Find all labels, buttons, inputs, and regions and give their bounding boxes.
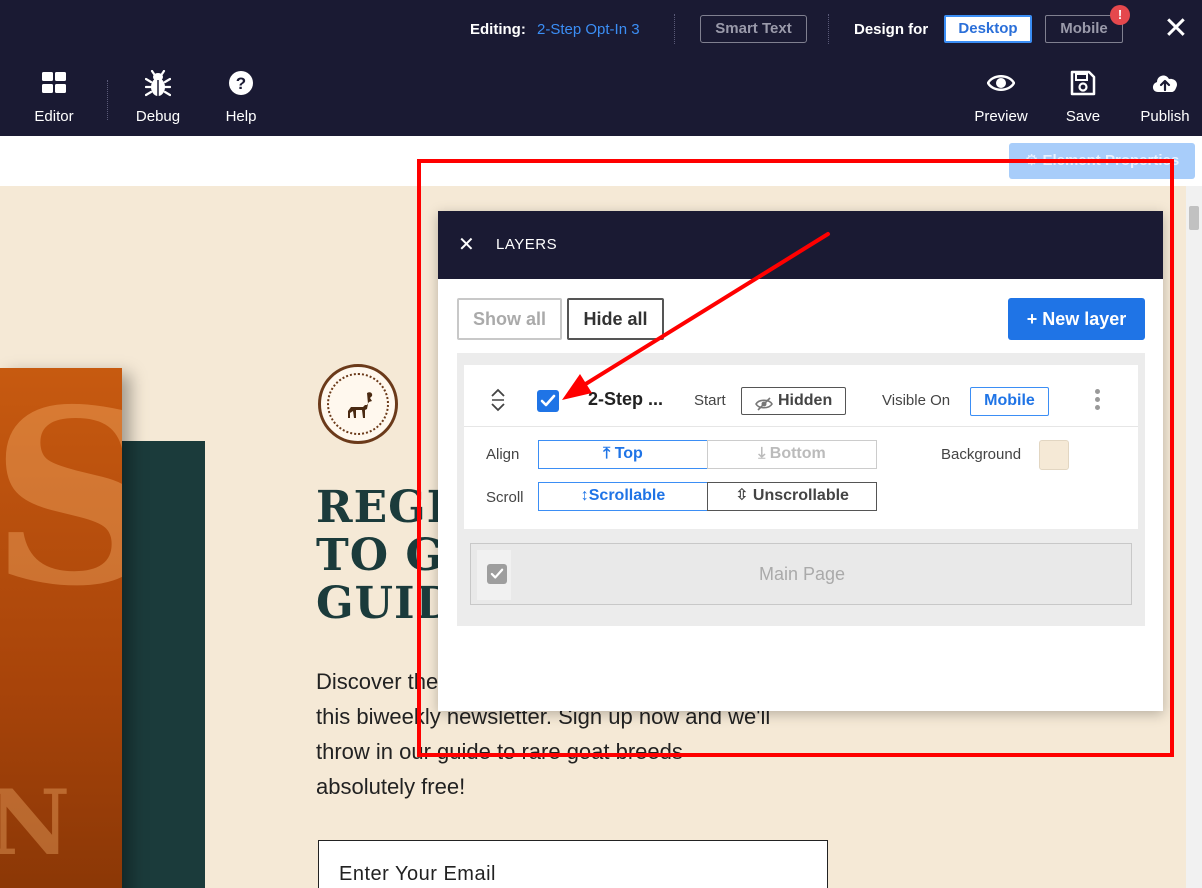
scrollbar-thumb[interactable] [1189,206,1199,230]
align-top-button[interactable]: ⤒ Top [538,440,708,469]
debug-tool-button[interactable]: Debug [128,70,188,125]
design-for-label: Design for [854,21,929,38]
book-cover-image: S N [0,368,122,888]
editing-label: Editing: [470,21,526,38]
topbar-row-primary: Editing: 2-Step Opt-In 3 Smart Text Desi… [0,0,1202,60]
align-label: Align [486,446,520,463]
bug-icon [128,70,188,100]
layers-list: 2-Step ... Start Hidden Visible On Mobil… [457,353,1145,626]
scrollable-button[interactable]: ↕Scrollable [538,482,708,511]
background-label: Background [941,446,1022,463]
sort-handle-icon[interactable] [488,387,508,413]
main-page-layer[interactable]: Main Page [470,543,1132,605]
help-tool-button[interactable]: ? Help [216,70,266,125]
alert-icon: ! [1110,5,1130,25]
layer-visibility-checkbox[interactable] [537,390,559,412]
eye-slash-icon [755,394,773,419]
divider [674,14,675,44]
layers-panel-header: ✕ LAYERS [438,211,1163,279]
start-hidden-button[interactable]: Hidden [741,387,846,415]
grid-icon [26,70,82,100]
preview-label: Preview [974,108,1028,125]
save-label: Save [1065,108,1101,125]
layers-title: LAYERS [496,236,558,253]
save-icon [1058,70,1108,100]
more-options-icon[interactable] [1095,389,1101,411]
main-page-label: Main Page [758,564,846,584]
eye-icon [966,70,1036,100]
close-editor-icon[interactable]: ✕ [1160,14,1192,46]
divider [464,426,1138,427]
layers-panel: ✕ LAYERS Show all Hide all + New layer 2… [438,211,1163,711]
start-label: Start [694,392,726,409]
smart-text-button[interactable]: Smart Text [700,15,807,43]
element-properties-button[interactable]: ⚙ Element Properties [1009,143,1195,179]
new-layer-button[interactable]: + New layer [1008,298,1145,340]
arrow-up-bar-icon: ⤒ [603,445,615,462]
collapse-arrows-icon: ⇳ [735,487,753,504]
svg-text:?: ? [236,74,246,93]
cloud-upload-icon [1134,70,1196,100]
background-color-swatch[interactable] [1039,440,1069,470]
editing-page-name[interactable]: 2-Step Opt-In 3 [537,21,640,38]
align-bottom-button[interactable]: ⤓ Bottom [707,440,877,469]
canvas-scrollbar[interactable] [1186,186,1202,888]
editor-tool-label: Editor [34,108,74,125]
close-layers-icon[interactable]: ✕ [458,233,475,257]
element-properties-label: Element Properties [1042,152,1180,169]
book-back-decoration [122,441,205,888]
scroll-label: Scroll [486,489,524,506]
visible-on-mobile-button[interactable]: Mobile [970,387,1049,416]
start-hidden-label: Hidden [778,392,833,409]
unscrollable-button[interactable]: ⇳ Unscrollable [707,482,877,511]
divider [107,80,108,120]
visible-on-label: Visible On [882,392,951,409]
publish-button[interactable]: Publish [1134,70,1196,125]
editor-topbar: Editing: 2-Step Opt-In 3 Smart Text Desi… [0,0,1202,136]
hero-headline: REGI TO G GUID [316,482,455,629]
layer-item: 2-Step ... Start Hidden Visible On Mobil… [464,365,1138,529]
save-button[interactable]: Save [1058,70,1108,125]
desktop-mode-button[interactable]: Desktop [944,15,1032,43]
help-icon: ? [216,70,266,100]
help-tool-label: Help [225,108,257,125]
layer-name[interactable]: 2-Step ... [588,389,663,410]
vertical-arrows-icon: ↕ [580,487,589,504]
goat-icon [348,392,373,418]
arrow-down-bar-icon: ⤓ [758,445,770,462]
show-all-button[interactable]: Show all [457,298,562,340]
debug-tool-label: Debug [135,108,181,125]
goat-logo [318,364,398,444]
editor-tool-button[interactable]: Editor [26,70,82,125]
divider [828,14,829,44]
email-input[interactable]: Enter Your Email [318,840,828,888]
publish-label: Publish [1140,108,1190,125]
properties-strip: ⚙ Element Properties [0,136,1202,186]
hide-all-button[interactable]: Hide all [567,298,664,340]
preview-button[interactable]: Preview [966,70,1036,125]
